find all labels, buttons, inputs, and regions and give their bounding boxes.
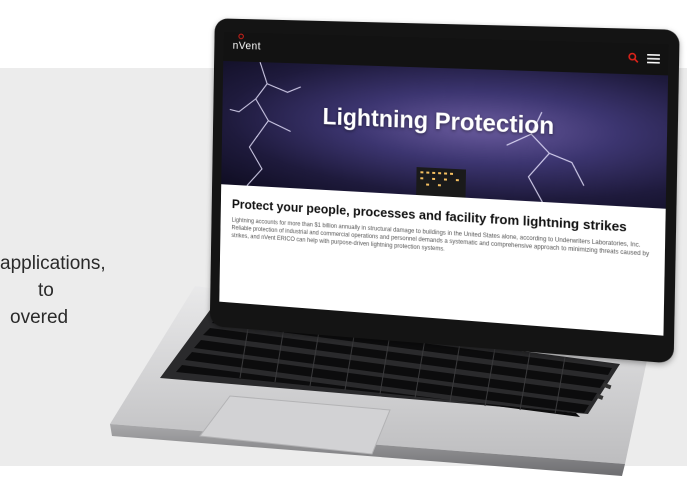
hero-banner: Lightning Protection — [221, 60, 669, 209]
laptop: nVent Lightning Protection Protect your … — [0, 0, 687, 490]
site-logo[interactable]: nVent — [233, 40, 261, 52]
search-icon[interactable] — [628, 52, 639, 63]
laptop-lid: nVent Lightning Protection Protect your … — [209, 18, 680, 364]
website-screen: nVent Lightning Protection Protect your … — [219, 32, 669, 336]
menu-icon[interactable] — [647, 53, 660, 64]
marketing-image: applications, to overed nVent Lightning … — [0, 0, 687, 490]
nvent-logo-icon — [238, 33, 244, 39]
building-graphic — [416, 167, 467, 198]
